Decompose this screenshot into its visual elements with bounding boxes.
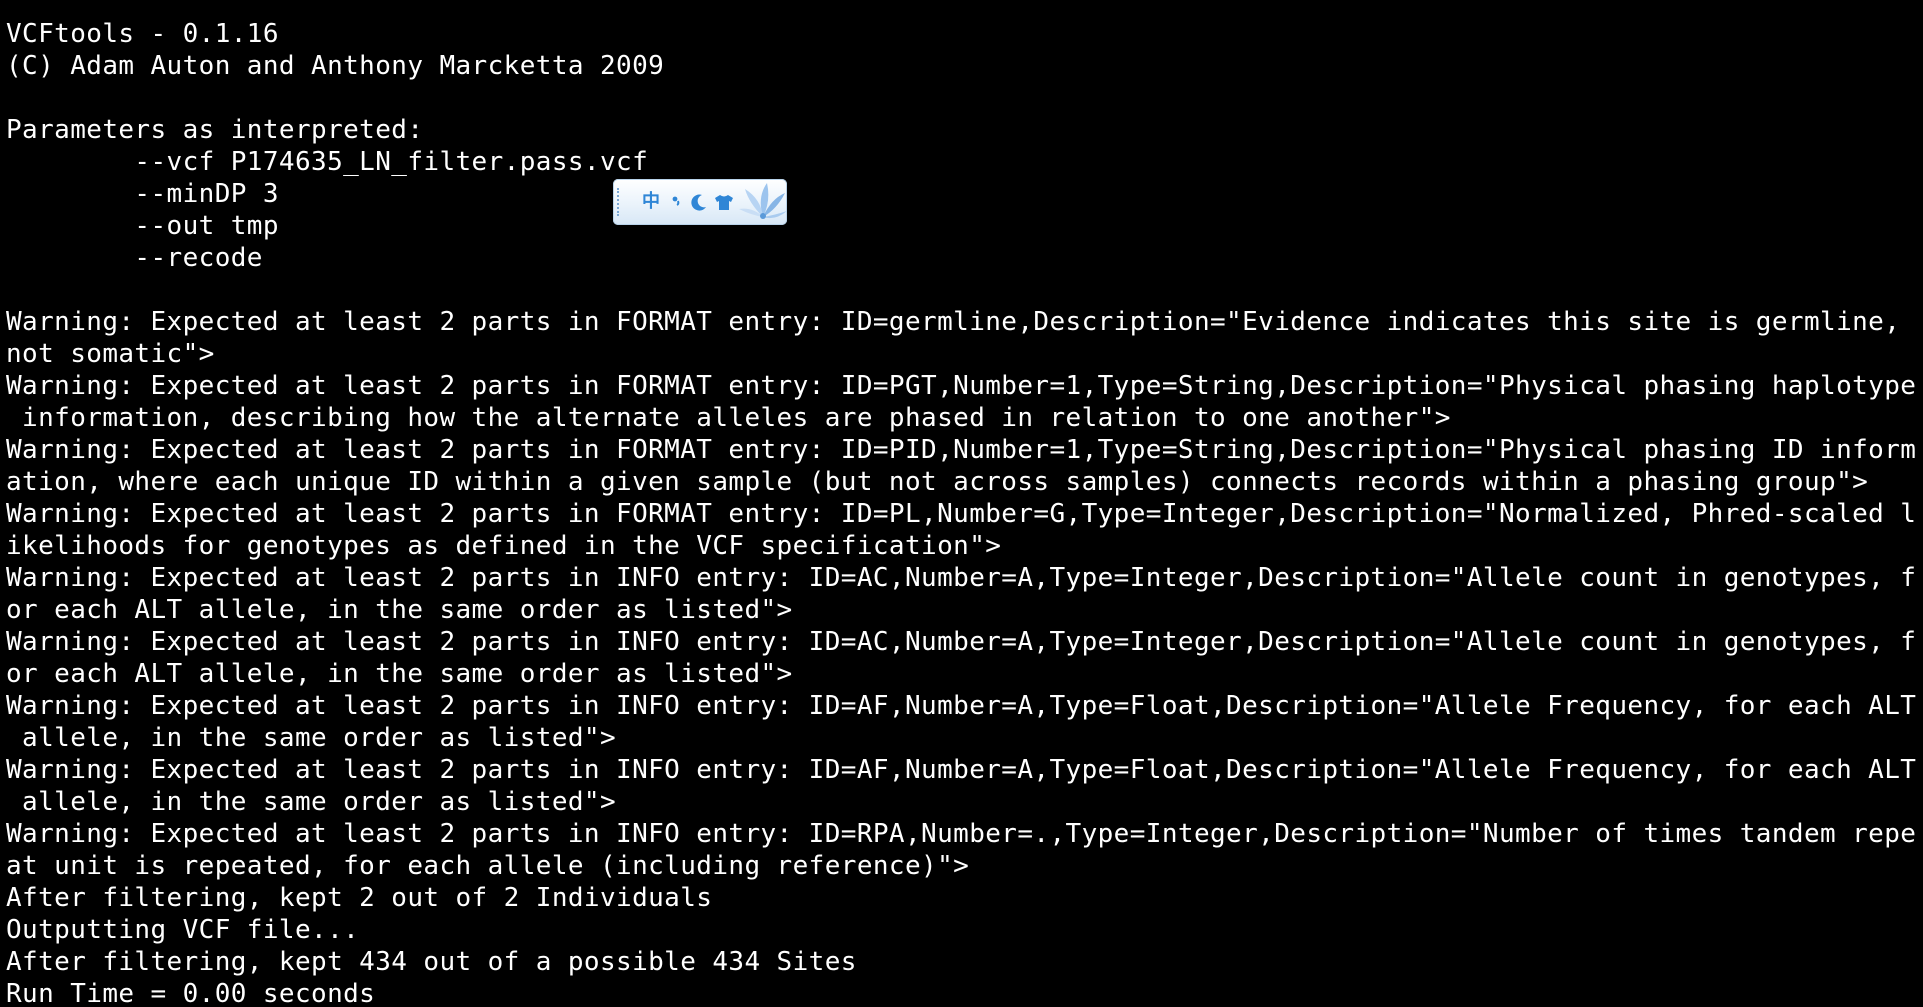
ime-drag-handle[interactable] bbox=[617, 188, 624, 216]
terminal-line: Warning: Expected at least 2 parts in FO… bbox=[6, 499, 1917, 529]
punctuation-icon[interactable] bbox=[669, 189, 685, 215]
terminal-line: Warning: Expected at least 2 parts in IN… bbox=[6, 755, 1917, 785]
terminal-line: Warning: Expected at least 2 parts in FO… bbox=[6, 371, 1917, 401]
ime-language-toggle[interactable]: 中 bbox=[639, 189, 663, 215]
terminal-line: --vcf P174635_LN_filter.pass.vcf bbox=[6, 147, 649, 177]
ime-toolbar[interactable]: 中 bbox=[613, 179, 787, 225]
terminal-window[interactable]: VCFtools - 0.1.16 (C) Adam Auton and Ant… bbox=[0, 0, 1923, 1007]
terminal-line: allele, in the same order as listed"> bbox=[6, 723, 617, 753]
terminal-line: Warning: Expected at least 2 parts in IN… bbox=[6, 819, 1917, 849]
terminal-line: Parameters as interpreted: bbox=[6, 115, 424, 145]
terminal-line: --out tmp bbox=[6, 211, 279, 241]
terminal-line: Warning: Expected at least 2 parts in IN… bbox=[6, 563, 1917, 593]
terminal-line: information, describing how the alternat… bbox=[6, 403, 1451, 433]
terminal-line: Run Time = 0.00 seconds bbox=[6, 979, 376, 1007]
terminal-line: After filtering, kept 2 out of 2 Individ… bbox=[6, 883, 713, 913]
terminal-line: After filtering, kept 434 out of a possi… bbox=[6, 947, 857, 977]
terminal-line: Warning: Expected at least 2 parts in FO… bbox=[6, 435, 1917, 465]
terminal-line: Warning: Expected at least 2 parts in IN… bbox=[6, 691, 1917, 721]
terminal-line: at unit is repeated, for each allele (in… bbox=[6, 851, 970, 881]
terminal-output: VCFtools - 0.1.16 (C) Adam Auton and Ant… bbox=[6, 18, 1917, 1007]
terminal-line: allele, in the same order as listed"> bbox=[6, 787, 617, 817]
terminal-line: Outputting VCF file... bbox=[6, 915, 360, 945]
terminal-line: or each ALT allele, in the same order as… bbox=[6, 595, 793, 625]
terminal-line: --recode bbox=[6, 243, 263, 273]
terminal-line: (C) Adam Auton and Anthony Marcketta 200… bbox=[6, 51, 665, 81]
terminal-line: not somatic"> bbox=[6, 339, 215, 369]
terminal-line: --minDP 3 bbox=[6, 179, 279, 209]
terminal-line: ikelihoods for genotypes as defined in t… bbox=[6, 531, 1002, 561]
terminal-line: or each ALT allele, in the same order as… bbox=[6, 659, 793, 689]
terminal-line: Warning: Expected at least 2 parts in IN… bbox=[6, 627, 1917, 657]
terminal-line: VCFtools - 0.1.16 bbox=[6, 19, 279, 49]
terminal-line: Warning: Expected at least 2 parts in FO… bbox=[6, 307, 1901, 337]
flower-logo-icon bbox=[731, 179, 787, 225]
terminal-line: ation, where each unique ID within a giv… bbox=[6, 467, 1869, 497]
moon-icon[interactable] bbox=[689, 189, 709, 215]
